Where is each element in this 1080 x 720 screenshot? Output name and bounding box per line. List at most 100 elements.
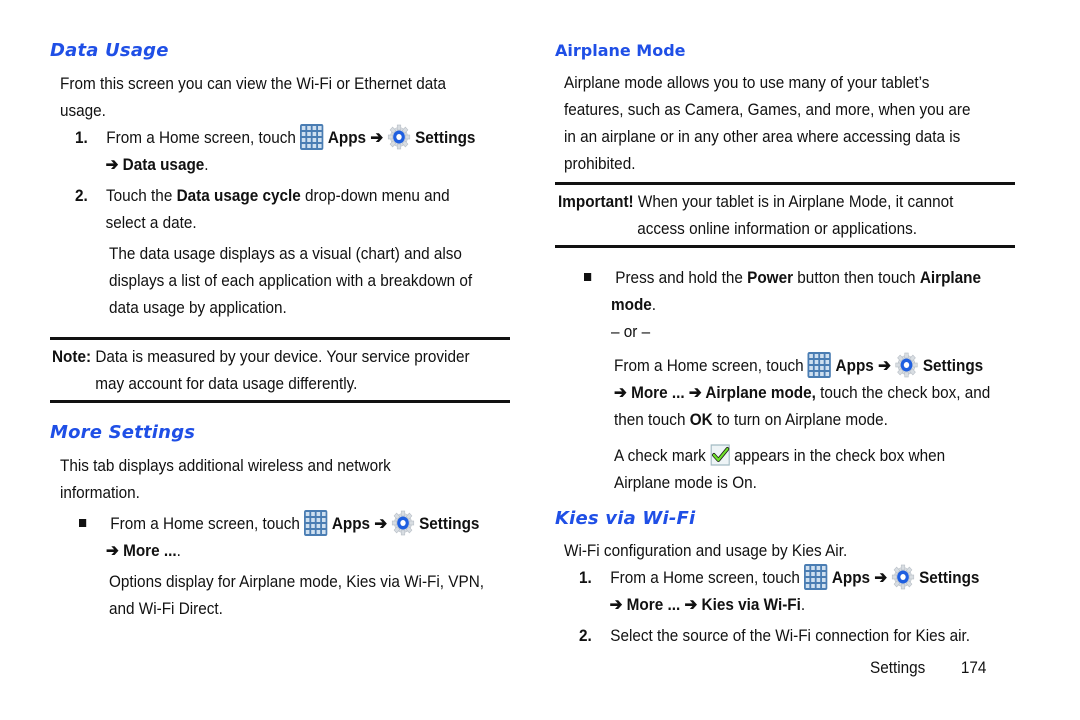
section-title-data-usage: Data Usage [50,40,169,61]
apps-label: Apps [327,128,367,147]
step-text: From a Home screen, touch [610,568,800,587]
airplane-alt-steps: From a Home screen, touch Apps ➔ Setting… [614,352,1080,433]
airplane-bullet: Press and hold the Power button then tou… [584,264,1052,345]
detail-line1: The data usage displays as a visual (cha… [109,244,462,263]
check-mark-info: A check mark appears in the check box wh… [614,442,1080,496]
more-settings-bullet: From a Home screen, touch Apps ➔ Setting… [79,510,547,564]
data-usage-intro: From this screen you can view the Wi-Fi … [60,70,528,124]
settings-label: Settings [919,568,980,587]
apps-grid-icon [304,510,327,536]
more-settings-detail: Options display for Airplane mode, Kies … [109,568,577,622]
data-usage-intro-line1: From this screen you can view the Wi-Fi … [60,74,447,93]
page-footer: Settings 174 [870,654,986,681]
important-text-line2: access online information or application… [637,219,918,238]
data-usage-cycle-label: Data usage cycle [176,186,301,205]
check-text: appears in the check box when [734,446,946,465]
kies-intro: Wi-Fi configuration and usage by Kies Ai… [564,541,848,560]
intro-line1: Airplane mode allows you to use many of … [564,73,930,92]
arrow-icon: ➔ [370,128,384,147]
check-text-line2: Airplane mode is On. [614,473,757,492]
path-airplane-mode: ➔ More ... ➔ Airplane mode, [614,383,816,402]
or-separator: – or – [611,322,651,341]
step-text: Press and hold the [615,268,743,287]
step-number: 1. [75,128,88,147]
footer-section-name: Settings [870,658,926,677]
section-title-airplane-mode: Airplane Mode [555,41,686,60]
path-data-usage: ➔ Data usage [105,155,205,174]
arrow-icon: ➔ [374,514,388,533]
detail-line1: Options display for Airplane mode, Kies … [109,572,485,591]
step-text: then touch [614,410,686,429]
page-number: 174 [960,658,987,677]
punctuation: . [651,295,657,314]
path-kies-via-wifi: ➔ More ... ➔ Kies via Wi-Fi [609,595,801,614]
step-text: button then touch [797,268,916,287]
note-text-line2: may account for data usage differently. [95,374,358,393]
settings-label: Settings [415,128,476,147]
note-label: Note: [52,347,92,366]
settings-label: Settings [419,514,480,533]
step-text: drop-down menu and [305,186,450,205]
data-usage-step-1: 1. From a Home screen, touch Apps ➔ Sett… [75,124,543,178]
square-bullet-icon [79,519,87,527]
intro-line4: prohibited. [564,154,636,173]
apps-label: Apps [835,356,874,375]
detail-line3: data usage by application. [109,298,287,317]
step-text: to turn on Airplane mode. [716,410,888,429]
section-title-kies-via-wifi: Kies via Wi-Fi [555,508,696,529]
arrow-icon: ➔ [874,568,888,587]
mode-label: mode [611,295,652,314]
note-box: Note: Data is measured by your device. Y… [52,343,520,397]
important-text: When your tablet is in Airplane Mode, it… [637,192,954,211]
step-text: From a Home screen, touch [110,514,300,533]
data-usage-intro-line2: usage. [60,101,106,120]
step-text-line2: select a date. [105,213,197,232]
step-number: 1. [579,568,592,587]
intro-line3: in an airplane or in any other area wher… [564,127,961,146]
settings-label: Settings [922,356,984,375]
apps-grid-icon [300,124,323,150]
settings-gear-icon [387,124,410,150]
apps-label: Apps [331,514,371,533]
data-usage-detail: The data usage displays as a visual (cha… [109,240,577,321]
check-text: A check mark [614,446,706,465]
intro-line2: information. [60,483,140,502]
apps-grid-icon [808,352,831,378]
airplane-intro: Airplane mode allows you to use many of … [564,69,1032,177]
square-bullet-icon [584,273,592,281]
step-number: 2. [579,626,592,645]
intro-line1: This tab displays additional wireless an… [60,456,391,475]
important-box: Important! When your tablet is in Airpla… [558,188,1026,242]
step-number: 2. [75,186,88,205]
apps-grid-icon [804,564,827,590]
divider [555,182,1015,185]
path-more: ➔ More ... [106,541,177,560]
settings-gear-icon [895,352,918,378]
divider [555,245,1015,248]
settings-gear-icon [391,510,414,536]
power-label: Power [747,268,794,287]
apps-label: Apps [831,568,871,587]
step-text: From a Home screen, touch [614,356,804,375]
section-title-more-settings: More Settings [50,422,196,443]
step-text: Touch the [105,186,173,205]
settings-gear-icon [891,564,914,590]
data-usage-step-2: 2. Touch the Data usage cycle drop-down … [75,182,543,236]
ok-label: OK [689,410,713,429]
detail-line2: displays a list of each application with… [109,271,473,290]
step-text: From a Home screen, touch [106,128,296,147]
step-text: Select the source of the Wi-Fi connectio… [610,626,970,645]
airplane-label: Airplane [919,268,982,287]
important-label: Important! [558,192,634,211]
arrow-icon: ➔ [878,356,891,375]
kies-step-1: 1. From a Home screen, touch Apps ➔ Sett… [579,564,1047,618]
punctuation: . [176,541,181,560]
divider [50,400,510,403]
more-settings-intro: This tab displays additional wireless an… [60,452,528,506]
step-text: touch the check box, and [820,383,991,402]
punctuation: . [204,155,209,174]
divider [50,337,510,340]
kies-step-2: 2. Select the source of the Wi-Fi connec… [579,622,1047,649]
detail-line2: and Wi-Fi Direct. [109,599,223,618]
note-text: Data is measured by your device. Your se… [95,347,470,366]
